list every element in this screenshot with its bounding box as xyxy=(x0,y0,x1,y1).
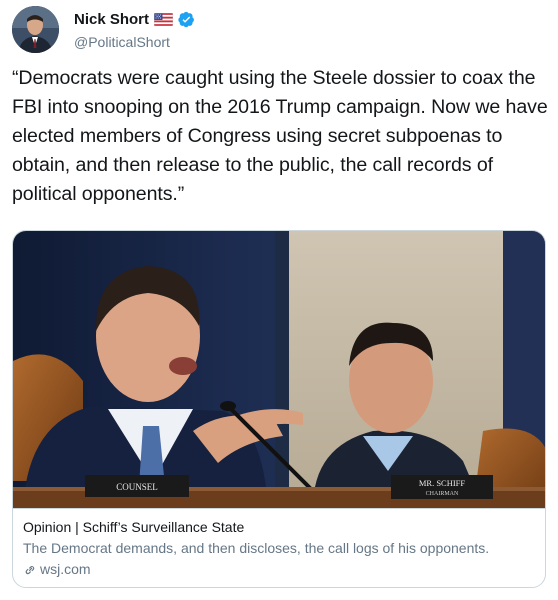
display-name[interactable]: Nick Short xyxy=(74,11,149,28)
link-card[interactable]: COUNSEL MR. SCHIFF CHAIRMAN Opinion | Sc… xyxy=(12,230,546,588)
card-title[interactable]: Opinion | Schiff’s Surveillance State xyxy=(23,518,537,537)
verified-badge-icon xyxy=(178,11,195,28)
card-domain[interactable]: wsj.com xyxy=(23,560,537,579)
placard-counsel: COUNSEL xyxy=(116,482,158,492)
card-domain-text[interactable]: wsj.com xyxy=(40,560,91,579)
placard-schiff: MR. SCHIFF xyxy=(419,478,466,488)
avatar[interactable] xyxy=(12,6,59,53)
tweet-header: Nick Short @PoliticalShort xyxy=(12,6,546,54)
us-flag-icon xyxy=(153,12,174,27)
card-image[interactable]: COUNSEL MR. SCHIFF CHAIRMAN xyxy=(13,231,545,508)
link-icon xyxy=(23,563,37,577)
card-description: The Democrat demands, and then discloses… xyxy=(23,540,490,556)
tweet-text: “Democrats were caught using the Steele … xyxy=(12,67,548,205)
card-meta[interactable]: Opinion | Schiff’s Surveillance State Th… xyxy=(13,508,545,587)
name-row: Nick Short xyxy=(74,11,195,28)
user-handle[interactable]: @PoliticalShort xyxy=(74,34,170,50)
placard-chairman: CHAIRMAN xyxy=(426,491,459,497)
